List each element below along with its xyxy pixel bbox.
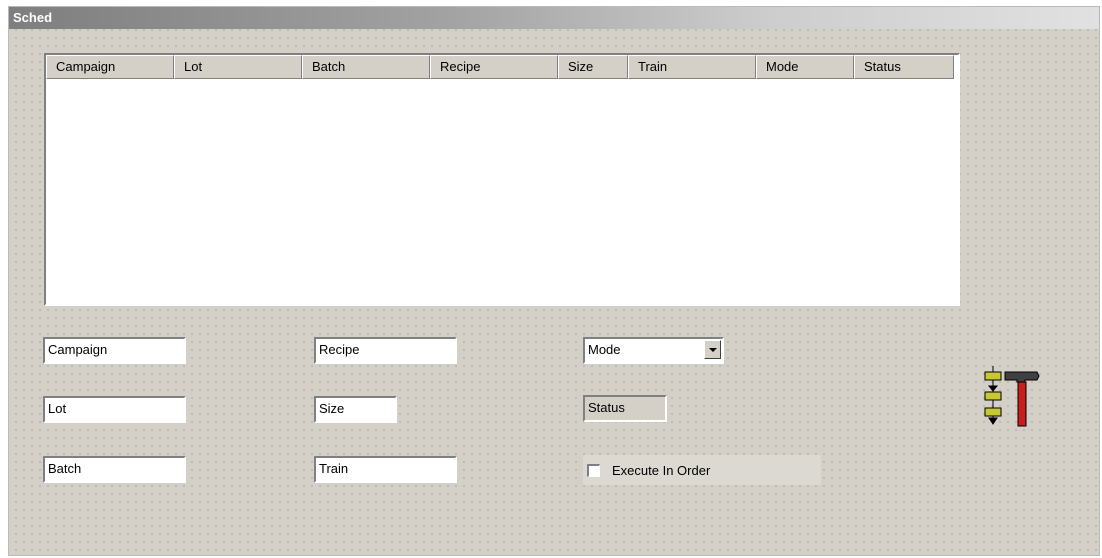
execute-in-order-checkbox[interactable] xyxy=(587,463,600,477)
column-header-batch[interactable]: Batch xyxy=(302,55,430,79)
status-display: Status xyxy=(583,395,667,422)
campaign-field[interactable]: Campaign xyxy=(43,337,186,364)
recipe-field[interactable]: Recipe xyxy=(314,337,457,364)
column-header-campaign[interactable]: Campaign xyxy=(46,55,174,79)
column-header-recipe[interactable]: Recipe xyxy=(430,55,558,79)
window-title: Sched xyxy=(9,7,1099,29)
mode-dropdown-button[interactable] xyxy=(704,340,721,359)
sched-window: Sched Campaign Lot Batch Recipe Size Tra… xyxy=(8,6,1100,556)
mode-select[interactable]: Mode xyxy=(583,337,724,364)
train-field[interactable]: Train xyxy=(314,456,457,483)
lot-field[interactable]: Lot xyxy=(43,396,186,423)
execute-in-order-label: Execute In Order xyxy=(612,462,711,478)
column-header-size[interactable]: Size xyxy=(558,55,628,79)
execute-in-order-option[interactable]: Execute In Order xyxy=(583,455,821,485)
column-header-mode[interactable]: Mode xyxy=(756,55,854,79)
chevron-down-icon xyxy=(709,348,717,352)
schedule-list[interactable]: Campaign Lot Batch Recipe Size Train Mod… xyxy=(44,53,960,306)
batch-field[interactable]: Batch xyxy=(43,456,186,483)
column-header-train[interactable]: Train xyxy=(628,55,756,79)
size-field[interactable]: Size xyxy=(314,396,397,423)
mode-select-value: Mode xyxy=(583,337,724,364)
hammer-and-sequence-icon xyxy=(984,366,1040,427)
list-header: Campaign Lot Batch Recipe Size Train Mod… xyxy=(46,55,954,79)
column-header-status[interactable]: Status xyxy=(854,55,954,79)
column-header-lot[interactable]: Lot xyxy=(174,55,302,79)
